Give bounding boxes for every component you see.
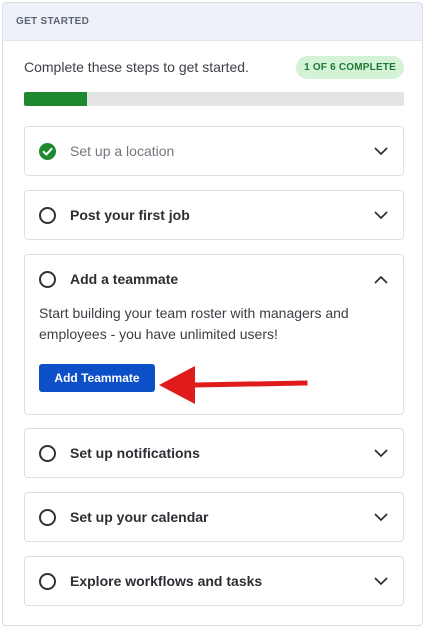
chevron-up-icon[interactable]: [373, 271, 389, 287]
progress-bar: [24, 92, 404, 106]
step-label: Set up a location: [70, 143, 175, 159]
panel-title: GET STARTED: [16, 16, 90, 27]
get-started-panel: GET STARTED Complete these steps to get …: [2, 2, 423, 626]
step-header[interactable]: Set up a location: [25, 127, 403, 175]
empty-circle-icon: [39, 206, 56, 224]
step-label: Add a teammate: [70, 271, 179, 287]
progress-badge: 1 OF 6 COMPLETE: [296, 55, 404, 79]
step-label: Set up notifications: [70, 445, 200, 461]
check-circle-icon: [39, 142, 56, 160]
step-description: Start building your team roster with man…: [39, 305, 349, 342]
progress-bar-fill: [24, 92, 88, 106]
intro-row: Complete these steps to get started. 1 O…: [24, 54, 404, 80]
step-header[interactable]: Explore workflows and tasks: [25, 557, 403, 605]
step-set-up-location[interactable]: Set up a location: [24, 126, 404, 176]
step-set-up-calendar[interactable]: Set up your calendar: [24, 492, 404, 542]
step-header[interactable]: Post your first job: [25, 191, 403, 239]
empty-circle-icon: [39, 572, 56, 590]
intro-text: Complete these steps to get started.: [24, 59, 249, 75]
step-label: Explore workflows and tasks: [70, 573, 263, 589]
panel-header: GET STARTED: [3, 3, 422, 41]
empty-circle-icon: [39, 444, 56, 462]
step-header[interactable]: Add a teammate: [25, 255, 403, 303]
step-set-up-notifications[interactable]: Set up notifications: [24, 428, 404, 478]
chevron-down-icon[interactable]: [373, 509, 389, 525]
step-label: Post your first job: [70, 207, 190, 223]
step-header[interactable]: Set up your calendar: [25, 493, 403, 541]
step-explore-workflows[interactable]: Explore workflows and tasks: [24, 556, 404, 606]
step-post-first-job[interactable]: Post your first job: [24, 190, 404, 240]
chevron-down-icon[interactable]: [373, 143, 389, 159]
chevron-down-icon[interactable]: [373, 445, 389, 461]
empty-circle-icon: [39, 270, 56, 288]
empty-circle-icon: [39, 508, 56, 526]
step-header[interactable]: Set up notifications: [25, 429, 403, 477]
step-label: Set up your calendar: [70, 509, 209, 525]
add-teammate-button[interactable]: Add Teammate: [39, 364, 155, 392]
chevron-down-icon[interactable]: [373, 207, 389, 223]
annotation-arrow-icon: [159, 366, 308, 404]
chevron-down-icon[interactable]: [373, 573, 389, 589]
